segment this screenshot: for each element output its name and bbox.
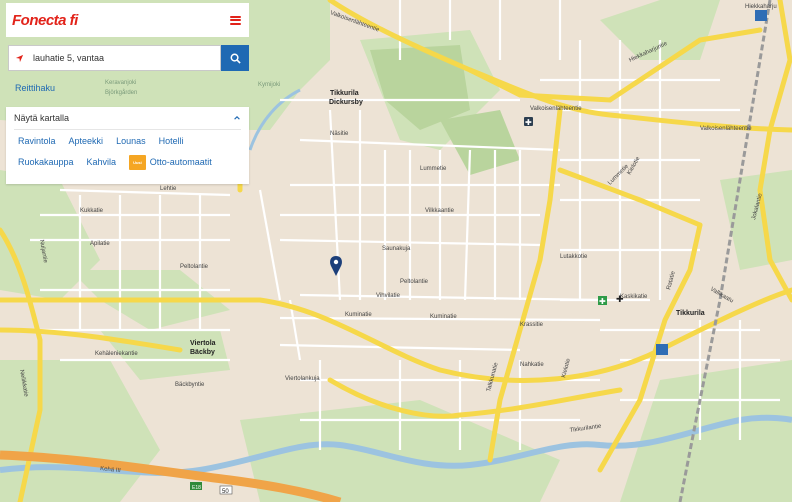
svg-text:Kehäleniekantie: Kehäleniekantie bbox=[95, 351, 138, 357]
category-lounas[interactable]: Lounas bbox=[116, 136, 146, 147]
category-apteekki[interactable]: Apteekki bbox=[69, 136, 104, 147]
svg-text:Lehtie: Lehtie bbox=[160, 186, 177, 192]
svg-text:Lummetie: Lummetie bbox=[420, 166, 447, 172]
svg-text:Kukkatie: Kukkatie bbox=[80, 208, 104, 214]
otto-label: Otto-automaatit bbox=[149, 157, 212, 167]
locate-arrow-icon[interactable] bbox=[9, 54, 29, 63]
cross-icon: ✚ bbox=[616, 295, 624, 305]
category-ravintola[interactable]: Ravintola bbox=[18, 136, 56, 147]
svg-text:Saunakuja: Saunakuja bbox=[382, 246, 411, 252]
svg-text:Peltolantie: Peltolantie bbox=[400, 279, 429, 285]
svg-text:Dickursby: Dickursby bbox=[329, 99, 363, 106]
svg-text:Nahkatie: Nahkatie bbox=[520, 362, 544, 368]
svg-text:Näsitie: Näsitie bbox=[330, 131, 349, 137]
search-button[interactable] bbox=[221, 45, 249, 71]
svg-text:Krassitie: Krassitie bbox=[520, 322, 544, 328]
search-icon bbox=[230, 53, 241, 64]
svg-text:Valkoisenlähteentie: Valkoisenlähteentie bbox=[530, 106, 582, 112]
svg-text:50: 50 bbox=[222, 489, 229, 495]
svg-text:Viertola: Viertola bbox=[190, 340, 216, 347]
svg-text:Valkoisenlähteentie: Valkoisenlähteentie bbox=[700, 126, 752, 132]
svg-text:Kaskikatie: Kaskikatie bbox=[620, 294, 648, 300]
category-hotelli[interactable]: Hotelli bbox=[159, 136, 184, 147]
search-box bbox=[8, 45, 221, 71]
place-label-hiekkaharju: Hiekkaharju bbox=[745, 4, 777, 10]
place-label: Tikkurila bbox=[330, 90, 359, 97]
svg-text:Lutakkotie: Lutakkotie bbox=[560, 254, 588, 260]
search-panel: Fonecta fi Reittihaku Näytä kartalla bbox=[6, 3, 249, 184]
bus-stop-icon bbox=[755, 10, 767, 21]
show-on-map-card: Näytä kartalla Ravintola Apteekki Lounas… bbox=[6, 107, 249, 184]
svg-text:Kuminatie: Kuminatie bbox=[345, 312, 372, 318]
show-on-map-header[interactable]: Näytä kartalla bbox=[14, 107, 241, 130]
svg-text:✚: ✚ bbox=[525, 118, 532, 127]
fonecta-logo[interactable]: Fonecta fi bbox=[12, 12, 78, 29]
svg-text:Vihvilatie: Vihvilatie bbox=[376, 293, 401, 299]
train-station-icon bbox=[656, 344, 668, 355]
svg-text:Peltolantie: Peltolantie bbox=[180, 264, 209, 270]
category-otto-automaatit[interactable]: Uusi Otto-automaatit bbox=[129, 155, 212, 170]
svg-text:Apilatie: Apilatie bbox=[90, 241, 110, 247]
search-row bbox=[6, 41, 249, 75]
svg-text:Tikkurila: Tikkurila bbox=[676, 310, 705, 317]
search-input[interactable] bbox=[29, 48, 220, 68]
show-on-map-title: Näytä kartalla bbox=[14, 113, 70, 123]
svg-text:Bäckby: Bäckby bbox=[190, 349, 215, 356]
category-kahvila[interactable]: Kahvila bbox=[87, 155, 117, 170]
new-badge: Uusi bbox=[129, 155, 146, 170]
svg-text:Bäckbyntie: Bäckbyntie bbox=[175, 382, 205, 388]
route-search-link[interactable]: Reittihaku bbox=[15, 83, 249, 99]
svg-text:E18: E18 bbox=[192, 485, 201, 491]
category-ruokakauppa[interactable]: Ruokakauppa bbox=[18, 155, 74, 170]
hamburger-menu-icon[interactable] bbox=[230, 15, 241, 25]
header-bar: Fonecta fi bbox=[6, 3, 249, 37]
category-list: Ravintola Apteekki Lounas Hotelli Ruokak… bbox=[14, 130, 241, 178]
svg-text:Kuminatie: Kuminatie bbox=[430, 314, 457, 320]
svg-text:Vilkkaantie: Vilkkaantie bbox=[425, 208, 455, 214]
chevron-up-icon[interactable] bbox=[233, 114, 241, 122]
svg-text:Kymijoki: Kymijoki bbox=[258, 82, 280, 88]
svg-text:Viertolankuja: Viertolankuja bbox=[285, 376, 320, 382]
svg-text:✚: ✚ bbox=[599, 297, 606, 306]
